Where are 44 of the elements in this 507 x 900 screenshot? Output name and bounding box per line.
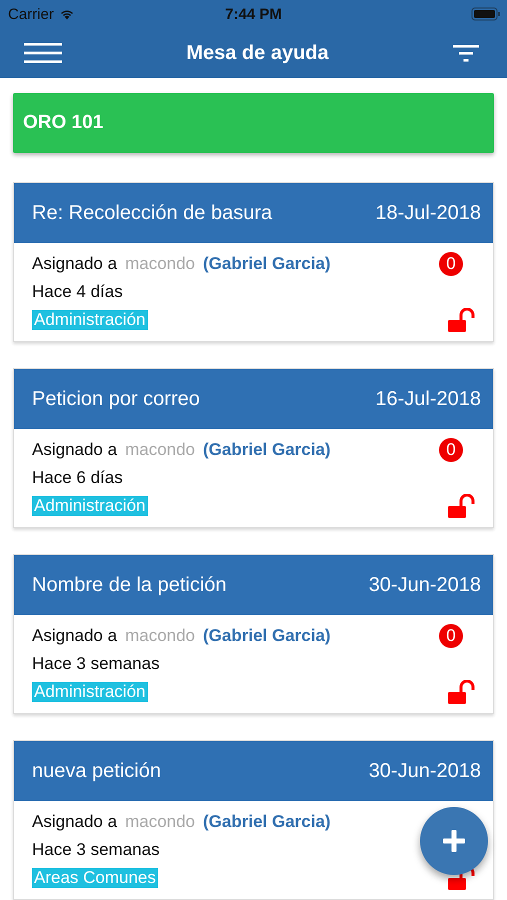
ticket-card[interactable]: nueva petición 30-Jun-2018 Asignado a macondo (Gabriel Garcia) Hace 3 semanas Areas Comunes [13,740,494,900]
ticket-date: 18-Jul-2018 [375,202,481,224]
assigned-label: Asignado a [32,440,118,460]
group-title: ORO 101 [23,112,104,134]
plus-icon [442,829,466,853]
ticket-age: Hace 6 días [32,468,123,488]
category-tag: Administración [32,496,148,516]
assigned-label: Asignado a [32,254,118,274]
username: macondo [125,812,196,832]
carrier-label: Carrier [8,6,54,22]
category-tag: Administración [32,310,148,330]
comment-count-badge: 0 [439,438,463,462]
ticket-title: nueva petición [32,760,161,782]
username: macondo [125,254,196,274]
screen-title: Mesa de ayuda [186,42,329,64]
ticket-date: 16-Jul-2018 [375,388,481,410]
ticket-card[interactable]: Nombre de la petición 30-Jun-2018 Asignado a macondo (Gabriel Garcia) 0 Hace 3 semanas Administración [13,554,494,714]
filter-button[interactable] [452,44,479,62]
ticket-card[interactable]: Re: Recolección de basura 18-Jul-2018 Asignado a macondo (Gabriel Garcia) 0 Hace 4 días Administración [13,182,494,342]
ticket-date: 30-Jun-2018 [368,574,481,596]
wifi-icon [58,8,75,20]
assigned-label: Asignado a [32,812,118,832]
clock: 7:44 PM [225,6,282,22]
assignee-name: (Gabriel Garcia) [203,254,331,274]
username: macondo [125,440,196,460]
username: macondo [125,626,196,646]
ticket-title: Re: Recolección de basura [32,202,272,224]
battery-icon [471,7,501,21]
ticket-age: Hace 3 semanas [32,840,160,860]
comment-count-badge: 0 [439,624,463,648]
assignee-name: (Gabriel Garcia) [203,626,331,646]
ticket-age: Hace 4 días [32,282,123,302]
ticket-date: 30-Jun-2018 [368,760,481,782]
category-tag: Administración [32,682,148,702]
assigned-label: Asignado a [32,626,118,646]
menu-button[interactable] [24,42,62,64]
ticket-title: Nombre de la petición [32,574,227,596]
assignee-name: (Gabriel Garcia) [203,440,331,460]
ticket-card[interactable]: Peticion por correo 16-Jul-2018 Asignado a macondo (Gabriel Garcia) 0 Hace 6 días Administración [13,368,494,528]
comment-count-badge: 0 [439,252,463,276]
category-tag: Areas Comunes [32,868,158,888]
ticket-age: Hace 3 semanas [32,654,160,674]
assignee-name: (Gabriel Garcia) [203,812,331,832]
ticket-title: Peticion por correo [32,388,200,410]
